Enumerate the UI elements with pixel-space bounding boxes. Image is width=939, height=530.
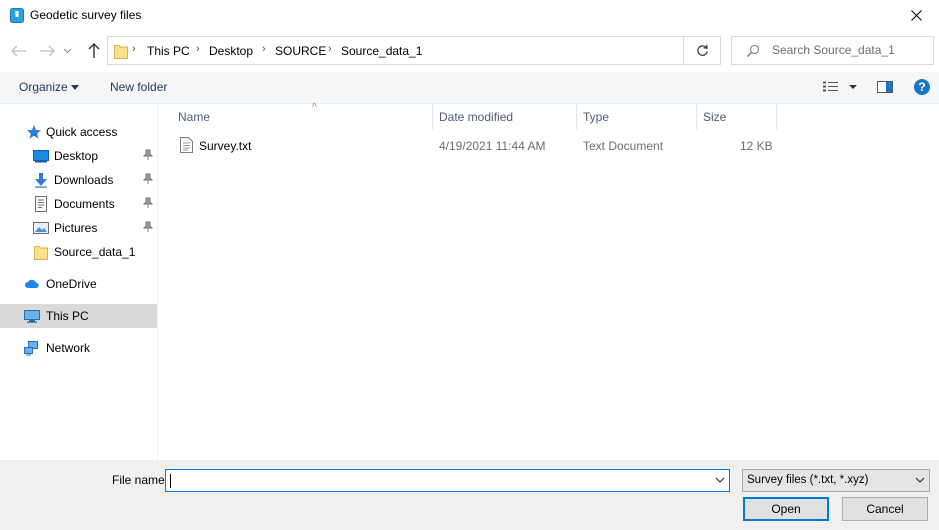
sidebar-item-downloads[interactable]: Downloads: [0, 168, 157, 192]
network-icon: [24, 341, 38, 356]
column-header-label: Type: [583, 110, 610, 124]
download-icon: [35, 173, 47, 188]
dialog-footer: File name: Survey files (*.txt, *.xyz) O…: [0, 460, 939, 530]
search-input[interactable]: [772, 43, 927, 57]
column-header-name[interactable]: Name ^: [172, 102, 433, 130]
sidebar-item-pictures[interactable]: Pictures: [0, 216, 157, 240]
cloud-icon: [25, 279, 39, 288]
change-view-button[interactable]: [822, 80, 860, 97]
pictures-icon: [33, 222, 49, 234]
chevron-down-icon[interactable]: [715, 475, 725, 485]
sidebar-item-quick-access[interactable]: Quick access: [0, 120, 157, 144]
pin-icon: [143, 149, 153, 160]
sidebar-item-label: Downloads: [54, 173, 114, 187]
sidebar-item-label: Documents: [54, 197, 115, 211]
file-type-filter-select[interactable]: Survey files (*.txt, *.xyz): [742, 469, 930, 492]
file-size: 12 KB: [740, 139, 773, 153]
text-caret: [170, 474, 171, 488]
sidebar-item-source-data-1[interactable]: Source_data_1: [0, 240, 157, 264]
sidebar-item-desktop[interactable]: Desktop: [0, 144, 157, 168]
sidebar-item-label: Pictures: [54, 221, 98, 235]
up-button[interactable]: [84, 41, 104, 61]
column-header-label: Size: [703, 110, 727, 124]
breadcrumb-source[interactable]: SOURCE: [275, 44, 326, 58]
pin-icon: [143, 197, 153, 208]
folder-icon: [114, 45, 128, 59]
sidebar-item-label: Quick access: [46, 125, 118, 139]
pin-icon: [143, 173, 153, 184]
chevron-down-icon: [915, 477, 925, 483]
close-icon: [910, 10, 922, 21]
address-bar[interactable]: › This PC › Desktop › SOURCE › Source_da…: [107, 36, 781, 65]
preview-pane-button[interactable]: [877, 80, 894, 97]
arrow-left-icon: [11, 45, 26, 57]
folder-icon: [34, 246, 48, 260]
pin-icon: [143, 221, 153, 232]
text-file-icon: [180, 137, 193, 153]
file-date-modified: 4/19/2021 11:44 AM: [439, 139, 546, 153]
column-header-label: Name: [178, 110, 211, 124]
sort-ascending-icon: ^: [312, 102, 317, 113]
new-folder-button[interactable]: New folder: [110, 80, 167, 94]
document-folder-icon: [10, 8, 24, 23]
file-type: Text Document: [583, 139, 664, 153]
computer-icon: [24, 310, 40, 323]
star-icon: [27, 125, 41, 139]
chevron-down-icon: [63, 48, 71, 54]
breadcrumb-separator[interactable]: ›: [328, 43, 332, 55]
command-bar: Organize New folder: [0, 72, 939, 104]
sidebar-item-documents[interactable]: Documents: [0, 192, 157, 216]
sidebar-item-label: Network: [46, 341, 91, 355]
file-name: Survey.txt: [199, 139, 252, 153]
back-button[interactable]: [9, 41, 29, 61]
breadcrumb-separator: ›: [132, 43, 136, 55]
title-bar: Geodetic survey files: [0, 0, 939, 31]
search-box[interactable]: [731, 36, 934, 65]
forward-button[interactable]: [37, 41, 57, 61]
sidebar-item-label: Desktop: [54, 149, 99, 163]
open-button[interactable]: Open: [743, 497, 829, 521]
sidebar-item-network[interactable]: Network: [0, 336, 157, 360]
sidebar-item-onedrive[interactable]: OneDrive: [0, 272, 157, 296]
documents-icon: [35, 196, 47, 212]
window-title: Geodetic survey files: [30, 8, 142, 22]
breadcrumb-separator[interactable]: ›: [262, 43, 266, 55]
file-name-combobox[interactable]: [165, 469, 730, 492]
recent-locations-button[interactable]: [61, 41, 73, 61]
sidebar-item-label: OneDrive: [46, 277, 97, 291]
sidebar-item-label: Source_data_1: [54, 245, 136, 259]
arrow-up-icon: [88, 43, 100, 58]
refresh-button[interactable]: [684, 36, 721, 65]
file-name-input[interactable]: [170, 473, 710, 488]
file-name-label: File name:: [112, 473, 169, 487]
search-icon: [747, 44, 760, 57]
help-button[interactable]: ?: [914, 79, 930, 95]
breadcrumb-separator[interactable]: ›: [196, 43, 200, 55]
file-type-filter-value: Survey files (*.txt, *.xyz): [747, 474, 869, 486]
breadcrumb-this-pc[interactable]: This PC: [147, 44, 190, 58]
chevron-down-icon[interactable]: [71, 85, 79, 90]
organize-button[interactable]: Organize: [19, 80, 68, 94]
breadcrumb-source-data-1[interactable]: Source_data_1: [341, 44, 422, 58]
file-row[interactable]: Survey.txt 4/19/2021 11:44 AM Text Docum…: [177, 134, 777, 156]
sidebar-item-label: This PC: [46, 309, 89, 323]
column-header-size[interactable]: Size: [697, 104, 777, 130]
preview-pane-icon: [877, 81, 893, 93]
column-header-date-modified[interactable]: Date modified: [433, 104, 577, 130]
arrow-right-icon: [40, 45, 55, 57]
sidebar-item-this-pc[interactable]: This PC: [0, 304, 157, 328]
cancel-button[interactable]: Cancel: [842, 497, 928, 521]
breadcrumb-desktop[interactable]: Desktop: [209, 44, 253, 58]
navigation-pane: Quick access Desktop Downloads Documents: [0, 104, 158, 460]
column-header-type[interactable]: Type: [577, 104, 697, 130]
desktop-icon: [33, 150, 49, 163]
close-button[interactable]: [893, 0, 939, 31]
refresh-icon: [696, 44, 708, 56]
view-details-icon: [823, 81, 857, 92]
file-list: Name ^ Date modified Type Size Survey.tx…: [159, 102, 939, 460]
column-header-label: Date modified: [439, 110, 514, 124]
